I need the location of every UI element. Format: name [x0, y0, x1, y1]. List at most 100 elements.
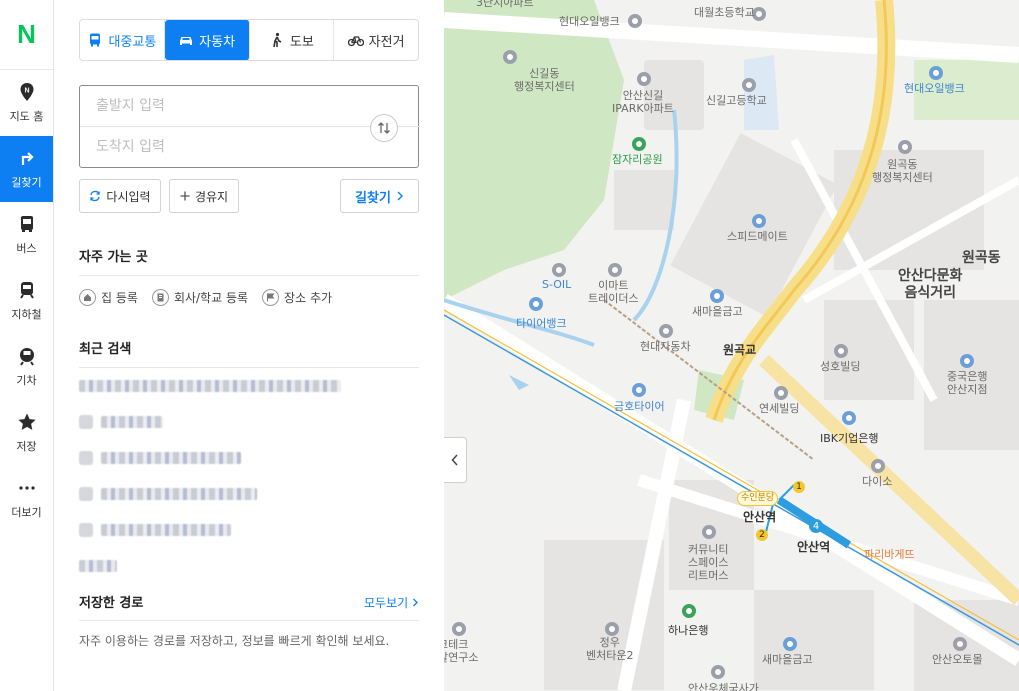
- rail-item-subway[interactable]: 지하철: [0, 268, 53, 334]
- map-label: 안산역: [743, 510, 777, 524]
- map-label: 안산우체국사가: [688, 682, 759, 691]
- government-icon[interactable]: [503, 50, 517, 64]
- car-service-icon[interactable]: [632, 383, 646, 397]
- bank-icon[interactable]: [842, 411, 856, 425]
- list-item[interactable]: [79, 476, 419, 512]
- car-service-icon[interactable]: [752, 214, 766, 228]
- building-icon[interactable]: [452, 622, 466, 636]
- add-waypoint-button[interactable]: 경유지: [169, 179, 239, 213]
- swap-icon: [378, 122, 390, 134]
- find-route-button[interactable]: 길찾기: [340, 179, 419, 213]
- rail-item-bus[interactable]: 버스: [0, 202, 53, 268]
- map-label: 커뮤니티 스페이스 리트머스: [688, 543, 729, 582]
- view-all-link[interactable]: 모두보기: [364, 594, 419, 611]
- rail-item-saved[interactable]: 저장: [0, 400, 53, 466]
- naver-logo[interactable]: N: [0, 0, 53, 70]
- map-label: 이마트 트레이더스: [588, 279, 639, 305]
- shopping-icon[interactable]: [871, 459, 885, 473]
- landmark-icon[interactable]: [659, 324, 673, 338]
- end-input[interactable]: [80, 127, 370, 167]
- rail-item-map-home[interactable]: N 지도 홈: [0, 70, 53, 136]
- building-icon[interactable]: [605, 622, 619, 636]
- line-badge-2: 2: [759, 530, 765, 540]
- park-icon[interactable]: [632, 137, 646, 151]
- fav-label: 회사/학교 등록: [173, 291, 249, 305]
- collapse-panel-button[interactable]: [444, 437, 467, 483]
- view-all-label: 모두보기: [364, 596, 409, 610]
- route-actions: 다시입력 경유지 길찾기: [79, 179, 419, 213]
- map-label: 크테크 발연구소: [444, 638, 479, 664]
- rail-item-directions[interactable]: 길찾기: [0, 136, 53, 202]
- divider: [79, 620, 419, 621]
- star-icon: [17, 413, 36, 430]
- list-item[interactable]: [79, 548, 419, 584]
- car-icon: [180, 37, 193, 45]
- tab-label: 대중교통: [108, 34, 157, 50]
- refresh-icon: [90, 190, 101, 202]
- train-icon: [19, 348, 34, 366]
- map-label: 3단지아파트: [476, 0, 534, 9]
- car-dealer-icon[interactable]: [953, 637, 967, 651]
- building-icon[interactable]: [834, 344, 848, 358]
- car-service-icon[interactable]: [529, 297, 543, 311]
- add-work-school-button[interactable]: 회사/학교 등록: [151, 289, 249, 306]
- map-label: 원곡동 행정복지센터: [872, 158, 933, 184]
- map-label: 신길동 행정복지센터: [514, 67, 575, 93]
- reset-button[interactable]: 다시입력: [79, 179, 161, 213]
- redacted-icon: [79, 415, 93, 429]
- map-label: 스피드메이트: [727, 230, 788, 243]
- home-icon: [79, 289, 96, 306]
- list-item[interactable]: [79, 440, 419, 476]
- redacted-text: [79, 380, 341, 392]
- gas-station-icon[interactable]: [929, 66, 943, 80]
- apartment-icon[interactable]: [637, 72, 651, 86]
- list-item[interactable]: [79, 512, 419, 548]
- rail-item-train[interactable]: 기차: [0, 334, 53, 400]
- find-route-label: 길찾기: [355, 190, 391, 206]
- redacted-text: [101, 416, 163, 428]
- post-office-icon[interactable]: [711, 665, 725, 679]
- start-input[interactable]: [80, 86, 370, 126]
- list-item[interactable]: [79, 368, 419, 404]
- redacted-icon: [79, 523, 93, 537]
- rail-item-more[interactable]: 더보기: [0, 466, 53, 532]
- tab-walk[interactable]: 도보: [250, 20, 335, 60]
- line-badge-4: 4: [812, 521, 820, 532]
- map-label: 중국은행 안산지점: [947, 370, 988, 396]
- school-icon[interactable]: [742, 78, 756, 92]
- map-label: 새마을금고: [692, 305, 743, 318]
- map-label: 수인분당: [737, 491, 779, 506]
- gas-station-icon[interactable]: [552, 263, 566, 277]
- add-place-button[interactable]: 장소 추가: [262, 289, 332, 306]
- building-icon: [151, 289, 169, 306]
- shopping-icon[interactable]: [608, 263, 622, 277]
- bank-icon[interactable]: [710, 289, 724, 303]
- map-label: 정우 벤처타운2: [586, 636, 634, 662]
- favorites-row: 집 등록 회사/학교 등록 장소 추가: [79, 289, 332, 306]
- fav-label: 집 등록: [101, 291, 138, 305]
- cafe-icon[interactable]: [702, 525, 716, 539]
- tab-public-transit[interactable]: 대중교통: [80, 20, 165, 60]
- tab-car[interactable]: 자동차: [164, 20, 250, 60]
- bank-icon[interactable]: [682, 604, 696, 618]
- gas-station-icon[interactable]: [628, 14, 642, 28]
- map-label: 파리바게뜨: [864, 548, 915, 561]
- chevron-right-icon: [413, 598, 418, 607]
- rail-item-label: 지하철: [11, 308, 42, 321]
- government-icon[interactable]: [898, 140, 912, 154]
- map-view[interactable]: 1 2 4 3단지아파트 현대오일뱅크 대월초등학교 신길동 행정복지센터 안산…: [444, 0, 1019, 691]
- walk-icon: [273, 32, 282, 48]
- swap-button[interactable]: [370, 114, 398, 142]
- list-item[interactable]: [79, 404, 419, 440]
- more-icon: [18, 486, 35, 490]
- add-home-button[interactable]: 집 등록: [79, 289, 138, 306]
- divider: [79, 275, 419, 276]
- bank-icon[interactable]: [783, 637, 797, 651]
- chevron-right-icon: [397, 191, 403, 201]
- building-icon[interactable]: [774, 386, 788, 400]
- map-label: 안산오토몰: [932, 653, 983, 666]
- bank-icon[interactable]: [960, 354, 974, 368]
- route-input-box: [79, 85, 420, 168]
- tab-bike[interactable]: 자전거: [334, 20, 418, 60]
- map-label: 현대오일뱅크: [559, 15, 620, 28]
